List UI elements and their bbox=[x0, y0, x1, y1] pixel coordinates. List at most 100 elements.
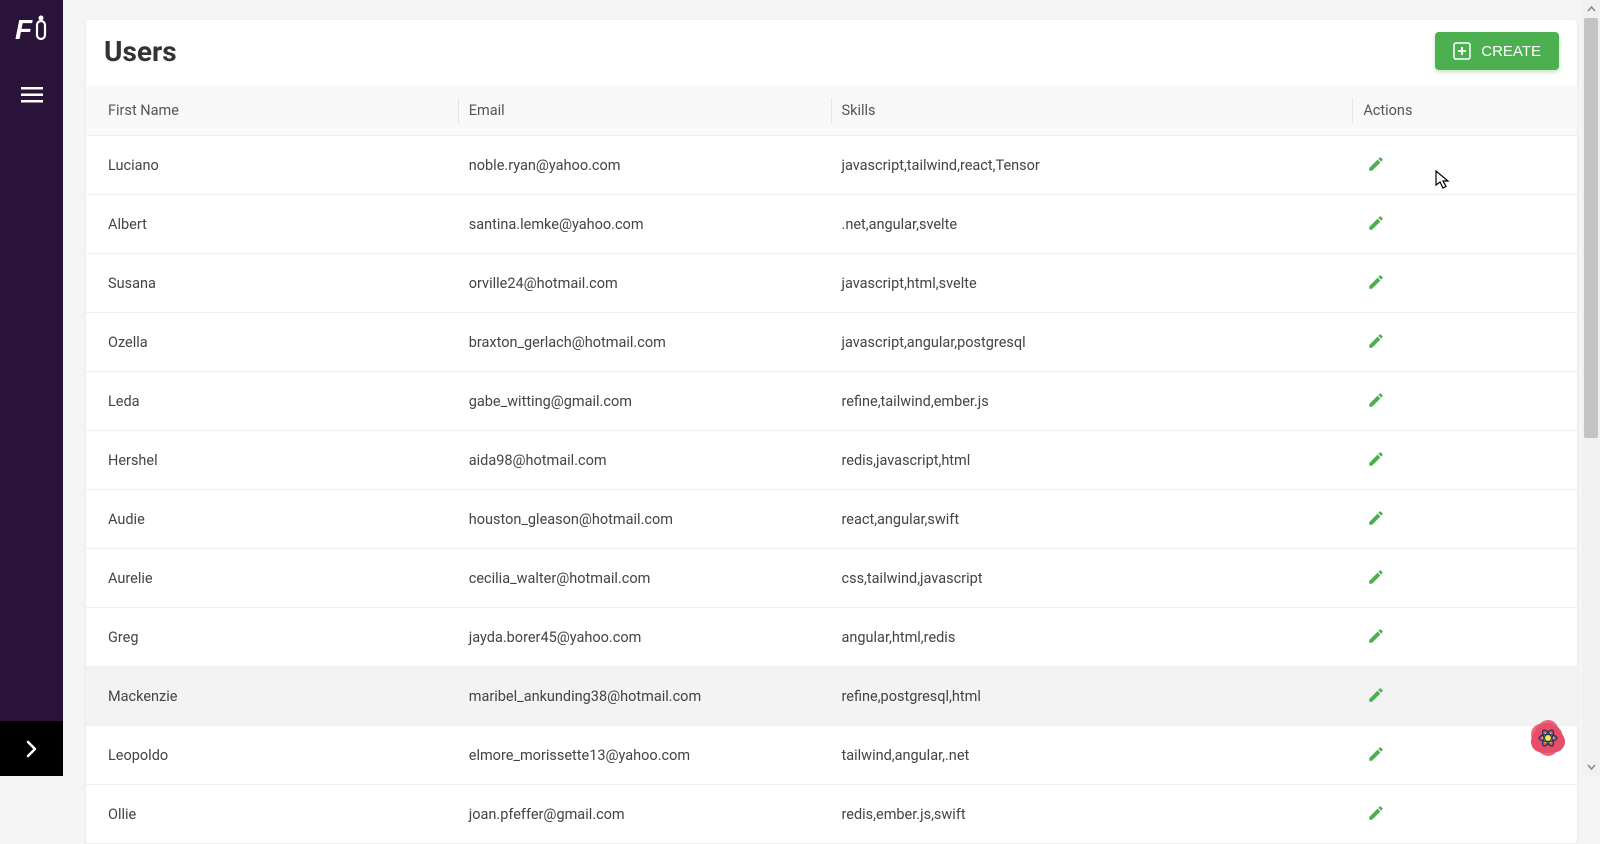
cell-email: aida98@hotmail.com bbox=[459, 431, 832, 490]
scrollbar-down-button[interactable] bbox=[1582, 758, 1600, 776]
page-title: Users bbox=[104, 35, 177, 68]
edit-button[interactable] bbox=[1363, 800, 1389, 829]
cell-skills: redis,javascript,html bbox=[832, 431, 1354, 490]
users-table: First Name Email Skills Actions Lucianon… bbox=[86, 86, 1577, 844]
table-row[interactable]: Susanaorville24@hotmail.comjavascript,ht… bbox=[86, 254, 1577, 313]
edit-icon bbox=[1367, 450, 1385, 471]
cell-skills: refine,tailwind,ember.js bbox=[832, 372, 1354, 431]
cell-skills: css,tailwind,javascript bbox=[832, 549, 1354, 608]
cell-first-name: Ollie bbox=[86, 785, 459, 844]
edit-icon bbox=[1367, 509, 1385, 530]
logo-icon: F bbox=[15, 13, 49, 47]
column-email[interactable]: Email bbox=[459, 86, 832, 136]
table-row[interactable]: Gregjayda.borer45@yahoo.comangular,html,… bbox=[86, 608, 1577, 667]
cell-skills: angular,html,redis bbox=[832, 608, 1354, 667]
table-row[interactable]: Albertsantina.lemke@yahoo.com.net,angula… bbox=[86, 195, 1577, 254]
cell-first-name: Albert bbox=[86, 195, 459, 254]
cell-actions bbox=[1353, 490, 1577, 549]
cell-first-name: Ozella bbox=[86, 313, 459, 372]
edit-icon bbox=[1367, 804, 1385, 825]
cell-skills: javascript,html,svelte bbox=[832, 254, 1354, 313]
cell-email: jayda.borer45@yahoo.com bbox=[459, 608, 832, 667]
cell-email: joan.pfeffer@gmail.com bbox=[459, 785, 832, 844]
main-content: Users CREATE First Name Email Skills Act… bbox=[63, 0, 1600, 776]
table-row[interactable]: Ledagabe_witting@gmail.comrefine,tailwin… bbox=[86, 372, 1577, 431]
cell-first-name: Susana bbox=[86, 254, 459, 313]
cell-skills: refine,postgresql,html bbox=[832, 667, 1354, 726]
cell-actions bbox=[1353, 785, 1577, 844]
edit-button[interactable] bbox=[1363, 151, 1389, 180]
cell-actions bbox=[1353, 608, 1577, 667]
cell-first-name: Audie bbox=[86, 490, 459, 549]
cell-email: gabe_witting@gmail.com bbox=[459, 372, 832, 431]
cell-first-name: Greg bbox=[86, 608, 459, 667]
cell-email: santina.lemke@yahoo.com bbox=[459, 195, 832, 254]
edit-button[interactable] bbox=[1363, 446, 1389, 475]
card-header: Users CREATE bbox=[86, 20, 1577, 86]
chevron-down-icon bbox=[1587, 764, 1596, 770]
cell-actions bbox=[1353, 431, 1577, 490]
edit-icon bbox=[1367, 391, 1385, 412]
edit-button[interactable] bbox=[1363, 328, 1389, 357]
react-query-icon bbox=[1528, 718, 1568, 758]
hamburger-icon bbox=[21, 86, 43, 104]
scrollbar-track[interactable] bbox=[1582, 18, 1600, 758]
cell-actions bbox=[1353, 372, 1577, 431]
cell-skills: react,angular,swift bbox=[832, 490, 1354, 549]
sidebar: F bbox=[0, 0, 63, 776]
edit-icon bbox=[1367, 273, 1385, 294]
table-row[interactable]: Aureliececilia_walter@hotmail.comcss,tai… bbox=[86, 549, 1577, 608]
edit-icon bbox=[1367, 745, 1385, 766]
edit-button[interactable] bbox=[1363, 505, 1389, 534]
table-row[interactable]: Olliejoan.pfeffer@gmail.comredis,ember.j… bbox=[86, 785, 1577, 844]
column-skills[interactable]: Skills bbox=[832, 86, 1354, 136]
users-card: Users CREATE First Name Email Skills Act… bbox=[86, 20, 1577, 844]
cell-email: orville24@hotmail.com bbox=[459, 254, 832, 313]
cell-actions bbox=[1353, 667, 1577, 726]
edit-icon bbox=[1367, 686, 1385, 707]
edit-button[interactable] bbox=[1363, 387, 1389, 416]
plus-square-icon bbox=[1453, 42, 1471, 60]
scrollbar-thumb[interactable] bbox=[1584, 18, 1598, 438]
chevron-right-icon bbox=[26, 740, 38, 758]
cell-actions bbox=[1353, 549, 1577, 608]
cell-first-name: Hershel bbox=[86, 431, 459, 490]
edit-button[interactable] bbox=[1363, 623, 1389, 652]
edit-icon bbox=[1367, 568, 1385, 589]
edit-button[interactable] bbox=[1363, 210, 1389, 239]
svg-text:F: F bbox=[15, 14, 33, 45]
edit-button[interactable] bbox=[1363, 741, 1389, 770]
cell-skills: javascript,angular,postgresql bbox=[832, 313, 1354, 372]
edit-button[interactable] bbox=[1363, 682, 1389, 711]
cell-actions bbox=[1353, 195, 1577, 254]
cell-email: braxton_gerlach@hotmail.com bbox=[459, 313, 832, 372]
edit-button[interactable] bbox=[1363, 564, 1389, 593]
table-row[interactable]: Ozellabraxton_gerlach@hotmail.comjavascr… bbox=[86, 313, 1577, 372]
scrollbar-up-button[interactable] bbox=[1582, 0, 1600, 18]
table-header-row: First Name Email Skills Actions bbox=[86, 86, 1577, 136]
menu-toggle-button[interactable] bbox=[21, 86, 43, 104]
table-row[interactable]: Lucianonoble.ryan@yahoo.comjavascript,ta… bbox=[86, 136, 1577, 195]
cell-actions bbox=[1353, 313, 1577, 372]
table-row[interactable]: Mackenziemaribel_ankunding38@hotmail.com… bbox=[86, 667, 1577, 726]
create-button-label: CREATE bbox=[1481, 43, 1541, 60]
edit-button[interactable] bbox=[1363, 269, 1389, 298]
create-button[interactable]: CREATE bbox=[1435, 32, 1559, 70]
table-row[interactable]: Audiehouston_gleason@hotmail.comreact,an… bbox=[86, 490, 1577, 549]
cell-skills: javascript,tailwind,react,Tensor bbox=[832, 136, 1354, 195]
table-row[interactable]: Hershelaida98@hotmail.comredis,javascrip… bbox=[86, 431, 1577, 490]
cell-first-name: Leda bbox=[86, 372, 459, 431]
cell-actions bbox=[1353, 136, 1577, 195]
cell-email: noble.ryan@yahoo.com bbox=[459, 136, 832, 195]
table-container: First Name Email Skills Actions Lucianon… bbox=[86, 86, 1577, 844]
column-first-name[interactable]: First Name bbox=[86, 86, 459, 136]
edit-icon bbox=[1367, 332, 1385, 353]
app-logo[interactable]: F bbox=[14, 12, 50, 48]
cell-first-name: Mackenzie bbox=[86, 667, 459, 726]
edit-icon bbox=[1367, 627, 1385, 648]
cell-first-name: Aurelie bbox=[86, 549, 459, 608]
column-actions[interactable]: Actions bbox=[1353, 86, 1577, 136]
cell-actions bbox=[1353, 254, 1577, 313]
sidebar-expand-button[interactable] bbox=[0, 721, 63, 776]
react-query-devtools-button[interactable] bbox=[1528, 718, 1568, 758]
